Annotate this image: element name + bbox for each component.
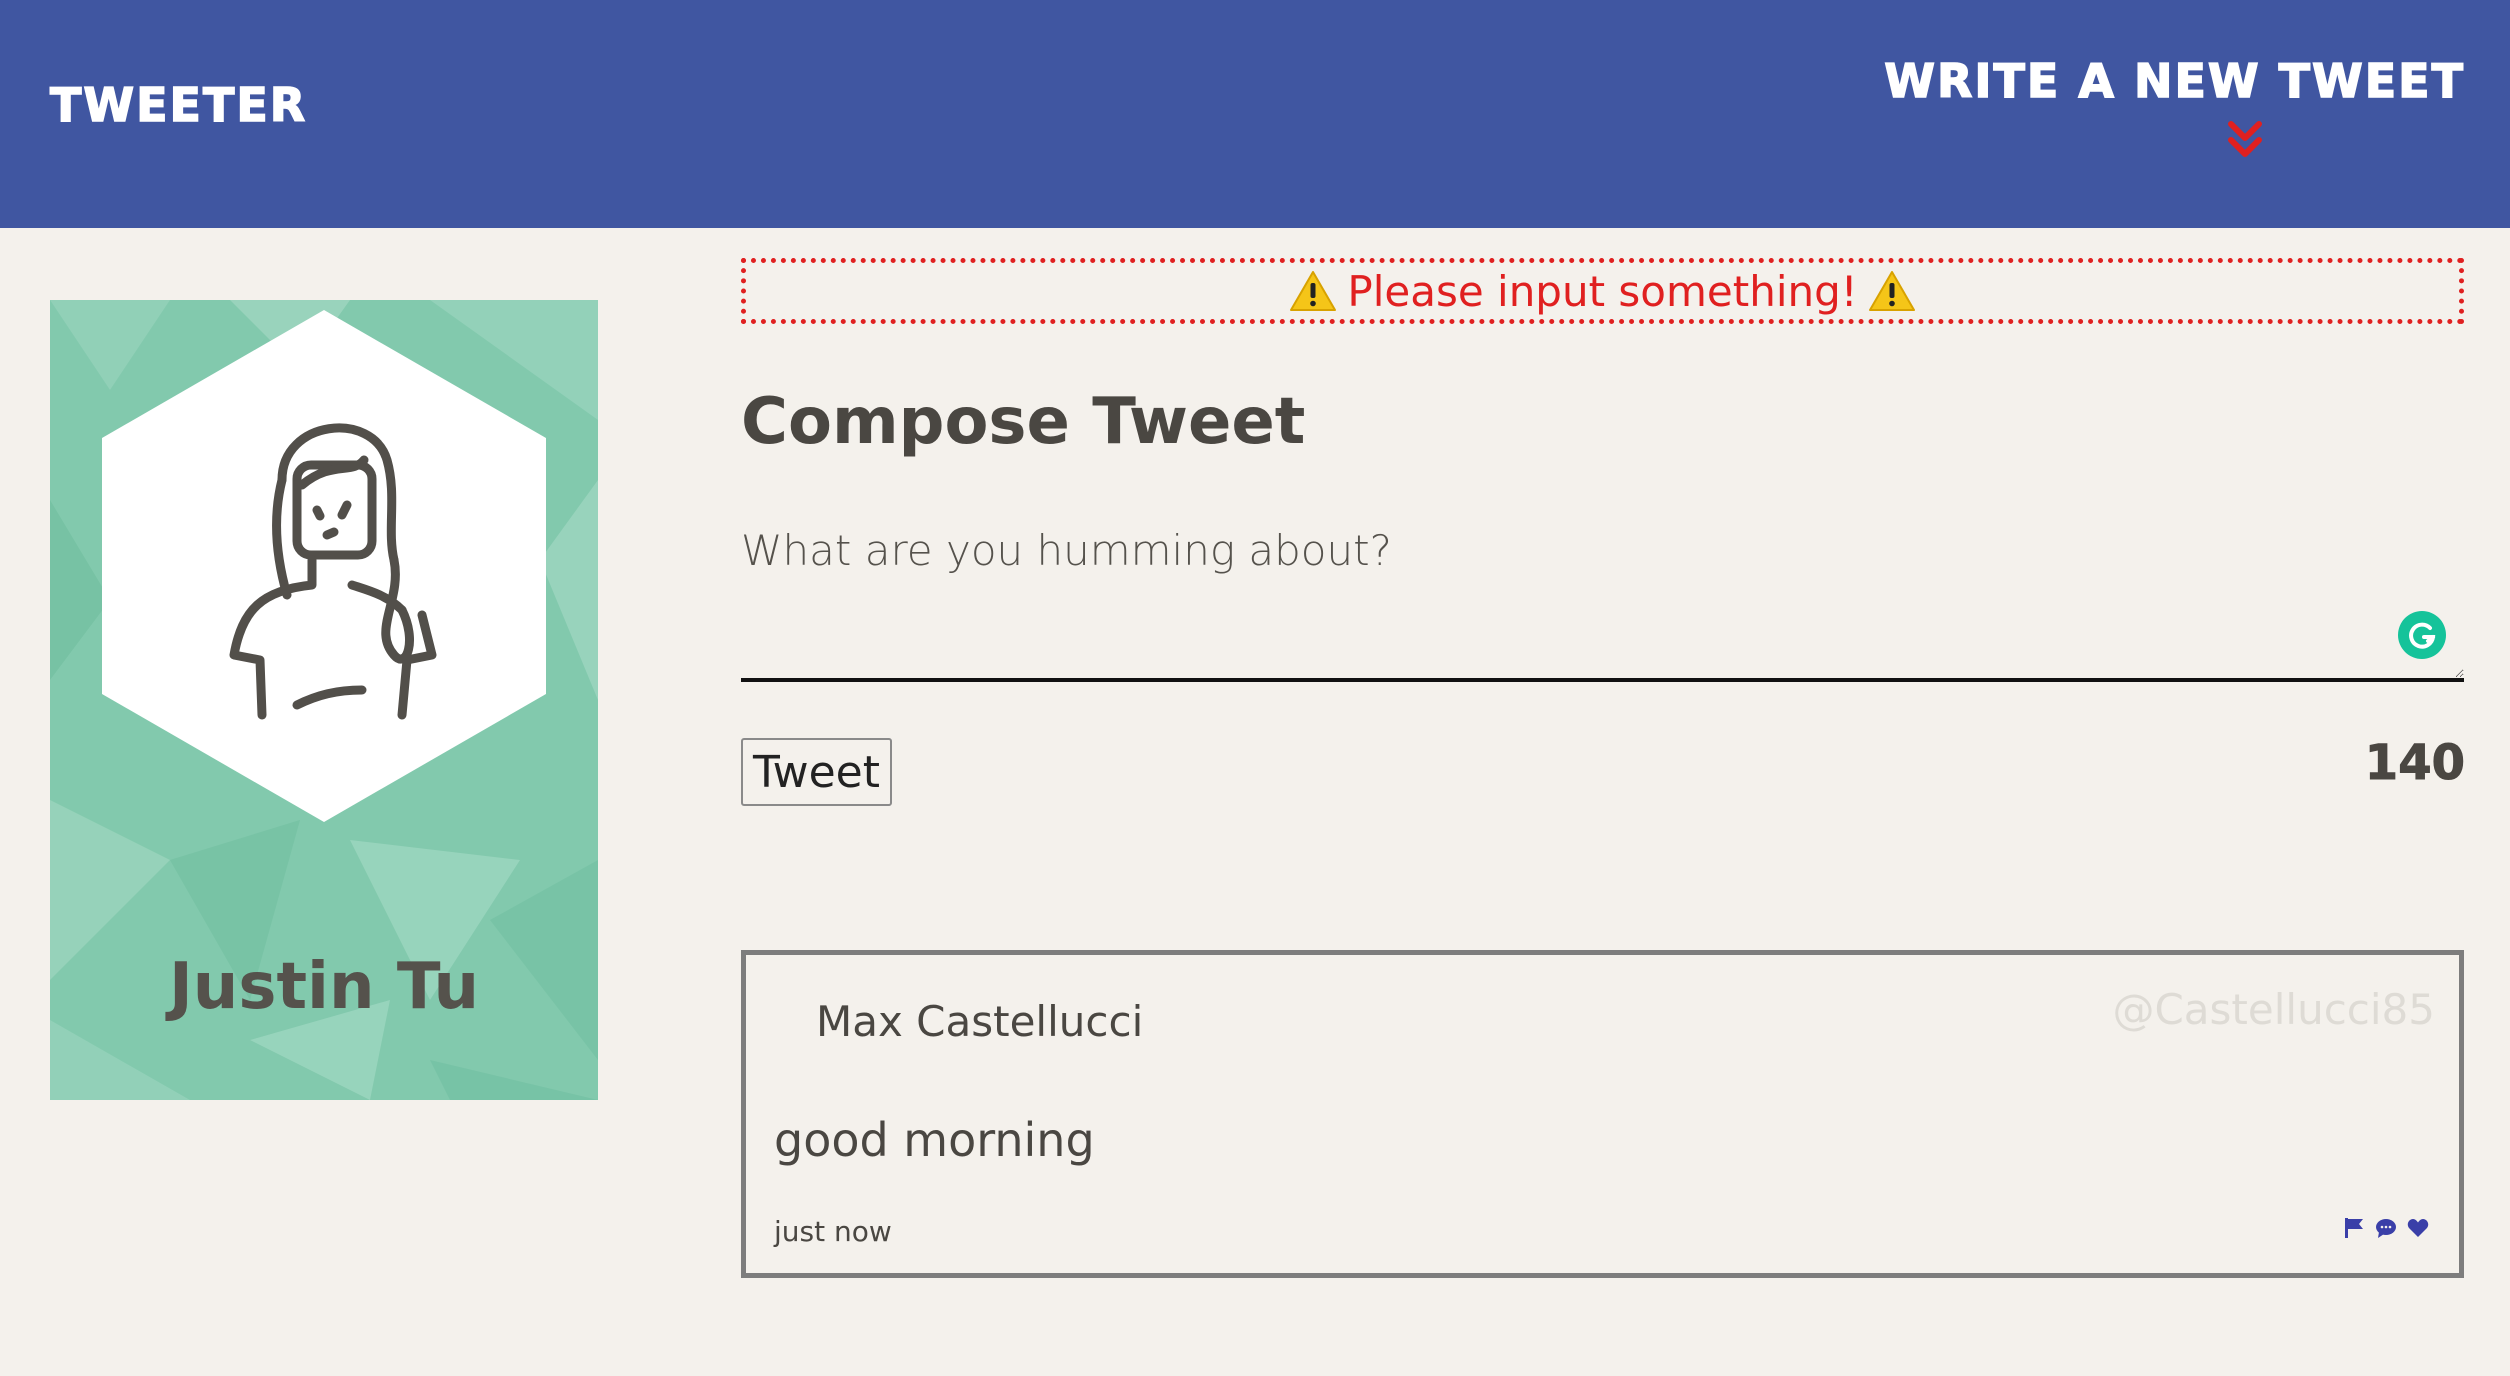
- double-chevron-down-icon[interactable]: [2225, 118, 2265, 160]
- error-message: Please input something!: [741, 258, 2464, 324]
- tweet-input[interactable]: [741, 520, 2464, 682]
- tweet-button[interactable]: Tweet: [741, 738, 892, 806]
- tweet-card: Max Castellucci @Castellucci85 good morn…: [741, 950, 2464, 1278]
- tweet-timestamp: just now: [774, 1215, 892, 1248]
- top-nav-bar: TWEETER WRITE A NEW TWEET: [0, 0, 2510, 228]
- write-new-tweet-label: WRITE A NEW TWEET: [1884, 53, 2465, 109]
- warning-icon: [1868, 271, 1915, 311]
- grammarly-icon[interactable]: [2397, 610, 2447, 660]
- compose-title: Compose Tweet: [741, 385, 1306, 459]
- comment-icon[interactable]: [2375, 1217, 2397, 1239]
- tweet-body: good morning: [774, 1113, 1095, 1167]
- tweet-actions: [2343, 1217, 2429, 1239]
- tweet-author-handle: @Castellucci85: [2112, 985, 2435, 1034]
- tweet-author-name: Max Castellucci: [816, 997, 1144, 1046]
- avatar: [102, 310, 546, 822]
- char-counter: 140: [2364, 735, 2465, 792]
- person-avatar-icon: [102, 310, 546, 822]
- profile-card: Justin Tu: [50, 300, 598, 1100]
- error-message-text: Please input something!: [1347, 266, 1858, 316]
- warning-icon: [1290, 271, 1337, 311]
- heart-icon[interactable]: [2407, 1217, 2429, 1239]
- brand-logo: TWEETER: [49, 77, 308, 133]
- flag-icon[interactable]: [2343, 1217, 2365, 1239]
- write-new-tweet-toggle[interactable]: WRITE A NEW TWEET: [1884, 53, 2465, 164]
- profile-name: Justin Tu: [168, 950, 480, 1024]
